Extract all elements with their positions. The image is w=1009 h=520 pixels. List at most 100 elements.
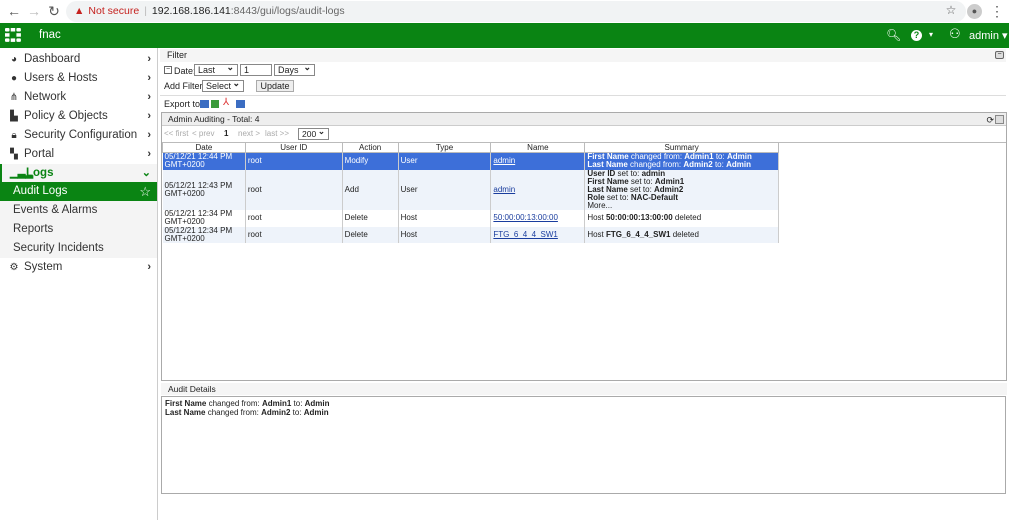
- summary-part: First Name: [165, 399, 207, 408]
- filter-title: Filter: [167, 50, 187, 60]
- column-header-date[interactable]: Date: [162, 142, 246, 153]
- pager-prev[interactable]: < prev: [192, 129, 214, 138]
- table-row[interactable]: 05/12/21 12:43 PM GMT+0200 root Add User admi…: [162, 169, 779, 210]
- column-header-summary[interactable]: Summary: [584, 142, 779, 153]
- not-secure-label: Not secure: [88, 5, 140, 17]
- export-txt-icon[interactable]: [236, 100, 245, 108]
- row-timezone: GMT+0200: [164, 188, 205, 198]
- row-name-link[interactable]: admin: [493, 185, 515, 194]
- page-size-select[interactable]: 200: [298, 126, 329, 140]
- summary-part: deleted: [672, 213, 702, 222]
- forward-icon[interactable]: →: [26, 3, 42, 19]
- sidebar-item-policy-objects[interactable]: ▙ Policy & Objects ›: [0, 107, 157, 126]
- pager-next[interactable]: next >: [238, 129, 260, 138]
- row-summary: Host 50:00:00:13:00:00 deleted: [584, 209, 779, 227]
- row-type: Host: [398, 209, 492, 227]
- expand-icon[interactable]: [995, 115, 1004, 124]
- refresh-icon[interactable]: ⟳: [986, 114, 994, 127]
- summary-part: Admin: [304, 399, 330, 408]
- summary-line: Role set to: NAC-Default: [587, 192, 776, 202]
- sidebar-item-label: Network: [24, 91, 67, 103]
- add-filter-select[interactable]: Select: [202, 78, 244, 92]
- back-icon[interactable]: ←: [6, 3, 22, 19]
- collapse-date-icon[interactable]: −: [164, 66, 172, 74]
- row-name-link[interactable]: admin: [493, 156, 515, 165]
- fortinet-logo-icon: [5, 28, 21, 42]
- pager-first[interactable]: << first: [164, 129, 188, 138]
- export-label: Export to:: [164, 99, 203, 109]
- collapse-icon[interactable]: −: [995, 51, 1004, 59]
- sidebar-item-network[interactable]: ⋔ Network ›: [0, 88, 157, 107]
- row-timezone: GMT+0200: [164, 217, 205, 226]
- sidebar-item-label: Dashboard: [24, 53, 81, 65]
- favorite-star-icon[interactable]: ☆: [139, 182, 151, 201]
- sidebar-item-label: Policy & Objects: [24, 110, 108, 122]
- table-row[interactable]: 05/12/21 12:34 PM GMT+0200 root Delete Host 5…: [162, 209, 779, 227]
- search-icon[interactable]: 🔍︎: [886, 28, 901, 42]
- summary-part: Admin2: [683, 160, 713, 170]
- filter-header: Filter: [160, 49, 1006, 62]
- panel-title: Admin Auditing - Total: 4: [168, 114, 260, 124]
- sidebar: ◕ Dashboard › ● Users & Hosts › ⋔ Network › ▙ P…: [0, 48, 158, 520]
- column-header-type[interactable]: Type: [397, 142, 492, 153]
- export-excel-icon[interactable]: [211, 100, 219, 108]
- lock-icon: 🔒︎: [11, 130, 17, 141]
- summary-line: Last Name changed from: Admin2 to: Admin: [165, 408, 1002, 417]
- date-mode-select[interactable]: Last: [194, 62, 238, 76]
- export-pdf-icon[interactable]: ⅄: [223, 97, 229, 108]
- date-unit-select[interactable]: Days: [274, 62, 315, 76]
- row-user: root: [245, 226, 343, 243]
- user-icon: ●: [10, 73, 18, 84]
- export-csv-icon[interactable]: [200, 100, 209, 108]
- row-name-link[interactable]: 50:00:00:13:00:00: [493, 213, 558, 222]
- sidebar-item-reports[interactable]: Reports: [0, 220, 157, 239]
- help-icon[interactable]: ?: [911, 30, 922, 41]
- sidebar-item-label: Users & Hosts: [24, 72, 98, 84]
- sidebar-item-label: Audit Logs: [13, 185, 68, 197]
- user-icon[interactable]: ⚇: [949, 26, 961, 42]
- profile-icon[interactable]: ●: [967, 4, 982, 19]
- summary-line: Host FTG_6_4_4_SW1 deleted: [587, 229, 776, 239]
- pager-last[interactable]: last >>: [265, 129, 289, 138]
- sidebar-item-security-incidents[interactable]: Security Incidents: [0, 239, 157, 258]
- row-name-link[interactable]: FTG_6_4_4_SW1: [493, 230, 557, 239]
- sidebar-item-system[interactable]: ⚙ System ›: [0, 258, 157, 277]
- menu-dots-icon[interactable]: ⋮: [989, 3, 1005, 20]
- bookmark-star-icon[interactable]: ☆: [943, 3, 959, 17]
- reload-icon[interactable]: ↻: [46, 3, 62, 20]
- column-header-user-id[interactable]: User ID: [244, 142, 343, 153]
- summary-part: 50:00:00:13:00:00: [605, 213, 673, 222]
- sidebar-item-portal[interactable]: ▚ Portal ›: [0, 145, 157, 164]
- row-timezone: GMT+0200: [164, 160, 205, 170]
- audit-details: Audit Details First Name changed from: A…: [161, 383, 1007, 495]
- table-row[interactable]: 05/12/21 12:44 PM GMT+0200 root Modify User a…: [162, 152, 779, 170]
- sidebar-item-events-alarms[interactable]: Events & Alarms: [0, 201, 157, 220]
- sidebar-item-users-hosts[interactable]: ● Users & Hosts ›: [0, 69, 157, 88]
- table-row[interactable]: 05/12/21 12:34 PM GMT+0200 root Delete Host F…: [162, 226, 779, 243]
- row-type: Host: [398, 226, 492, 243]
- more-link[interactable]: More...: [587, 201, 776, 210]
- row-summary: User ID set to: admin First Name set to: …: [584, 169, 779, 210]
- column-header-action[interactable]: Action: [341, 142, 399, 153]
- column-header-name[interactable]: Name: [490, 142, 586, 153]
- summary-part: NAC-Default: [630, 192, 678, 202]
- user-menu[interactable]: admin ▾: [969, 29, 1008, 42]
- sidebar-item-audit-logs[interactable]: Audit Logs ☆: [0, 182, 157, 201]
- summary-part: Admin: [726, 160, 751, 170]
- help-dropdown-icon[interactable]: ▾: [929, 30, 933, 39]
- sidebar-item-security-configuration[interactable]: 🔒︎ Security Configuration ›: [0, 126, 157, 145]
- sidebar-item-label: Portal: [24, 148, 55, 160]
- audit-table: Date User ID Action Type Name Summary 05…: [162, 142, 779, 243]
- address-bar[interactable]: ▲ Not secure | 192.168.186.141:8443/gui/log…: [66, 1, 966, 22]
- sidebar-item-label: Events & Alarms: [13, 204, 98, 216]
- network-icon: ⋔: [9, 92, 19, 103]
- summary-part: deleted: [670, 229, 699, 239]
- sidebar-item-dashboard[interactable]: ◕ Dashboard ›: [0, 50, 157, 69]
- date-value-input[interactable]: 1: [240, 64, 272, 76]
- policy-icon: ▙: [10, 111, 18, 122]
- summary-line: First Name changed from: Admin1 to: Admi…: [165, 399, 1002, 408]
- update-button[interactable]: Update: [256, 80, 294, 92]
- sidebar-item-label: Logs: [26, 167, 54, 179]
- sidebar-item-logs[interactable]: ▁▃▂ Logs ⌄: [0, 164, 157, 183]
- app-name: fnac: [39, 29, 61, 41]
